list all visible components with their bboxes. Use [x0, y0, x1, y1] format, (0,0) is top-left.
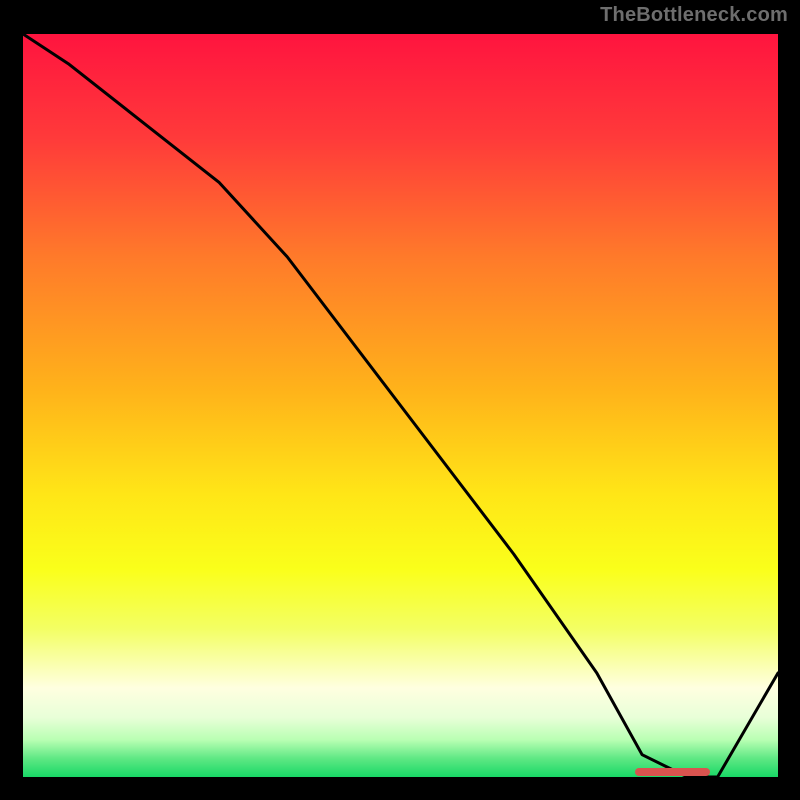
attribution-text: TheBottleneck.com — [600, 4, 788, 27]
chart-canvas: TheBottleneck.com — [0, 0, 800, 800]
optimal-range-marker — [635, 768, 711, 776]
plot-area — [23, 34, 778, 777]
series-curve — [23, 34, 778, 777]
plot-frame — [19, 30, 782, 781]
